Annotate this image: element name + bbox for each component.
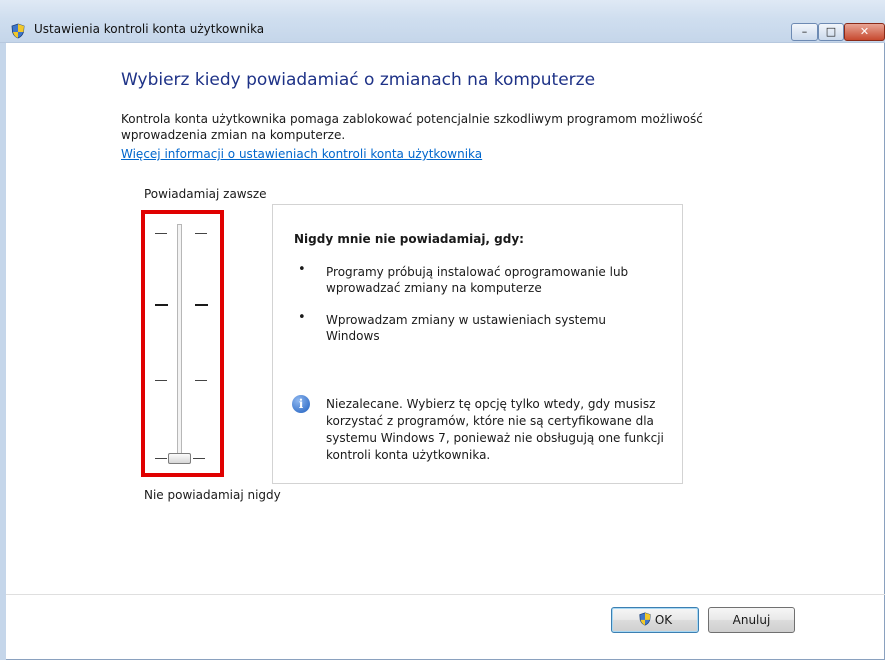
maximize-icon: □ — [825, 25, 837, 38]
page-title: Wybierz kiedy powiadamiać o zmianach na … — [121, 70, 596, 90]
info-icon: i — [292, 395, 310, 413]
slider-tick — [155, 233, 167, 234]
uac-shield-icon — [11, 23, 25, 39]
slider-tick — [155, 304, 168, 306]
slider-highlight-frame — [141, 210, 224, 477]
warning-text: Niezalecane. Wybierz tę opcję tylko wted… — [326, 397, 664, 462]
panel-title: Nigdy mnie nie powiadamiaj, gdy: — [294, 232, 524, 246]
slider-tick — [195, 304, 208, 306]
slider-tick — [155, 380, 167, 381]
slider-tick — [195, 380, 207, 381]
close-icon: ✕ — [859, 25, 870, 38]
slider-top-label: Powiadamiaj zawsze — [144, 187, 267, 201]
panel-bullet-item: Wprowadzam zmiany w ustawieniach systemu… — [326, 313, 607, 343]
minimize-icon: – — [801, 25, 808, 38]
slider-tick — [195, 233, 207, 234]
cancel-button[interactable]: Anuluj — [708, 607, 795, 633]
description-text: Kontrola konta użytkownika pomaga zablok… — [121, 112, 703, 142]
panel-bullet-item: Programy próbują instalować oprogramowan… — [326, 265, 629, 295]
close-button[interactable]: ✕ — [844, 23, 885, 41]
title-bar: Ustawienia kontroli konta użytkownika – … — [0, 0, 885, 43]
window-title: Ustawienia kontroli konta użytkownika — [34, 22, 265, 36]
bullet-icon: • — [298, 310, 306, 325]
footer-divider — [6, 594, 885, 595]
ok-button[interactable]: OK — [611, 607, 699, 633]
ok-button-label: OK — [654, 613, 673, 627]
bullet-icon: • — [298, 262, 306, 277]
window-left-border — [0, 43, 6, 660]
uac-shield-icon — [639, 612, 651, 626]
slider-tick — [155, 458, 167, 459]
slider-tick — [193, 458, 205, 459]
minimize-button[interactable]: – — [791, 23, 818, 41]
more-info-link[interactable]: Więcej informacji o ustawieniach kontrol… — [121, 147, 482, 161]
slider-bottom-label: Nie powiadamiaj nigdy — [144, 488, 281, 502]
slider-thumb[interactable] — [168, 453, 191, 464]
maximize-button[interactable]: □ — [818, 23, 844, 41]
slider-track[interactable] — [177, 224, 182, 462]
